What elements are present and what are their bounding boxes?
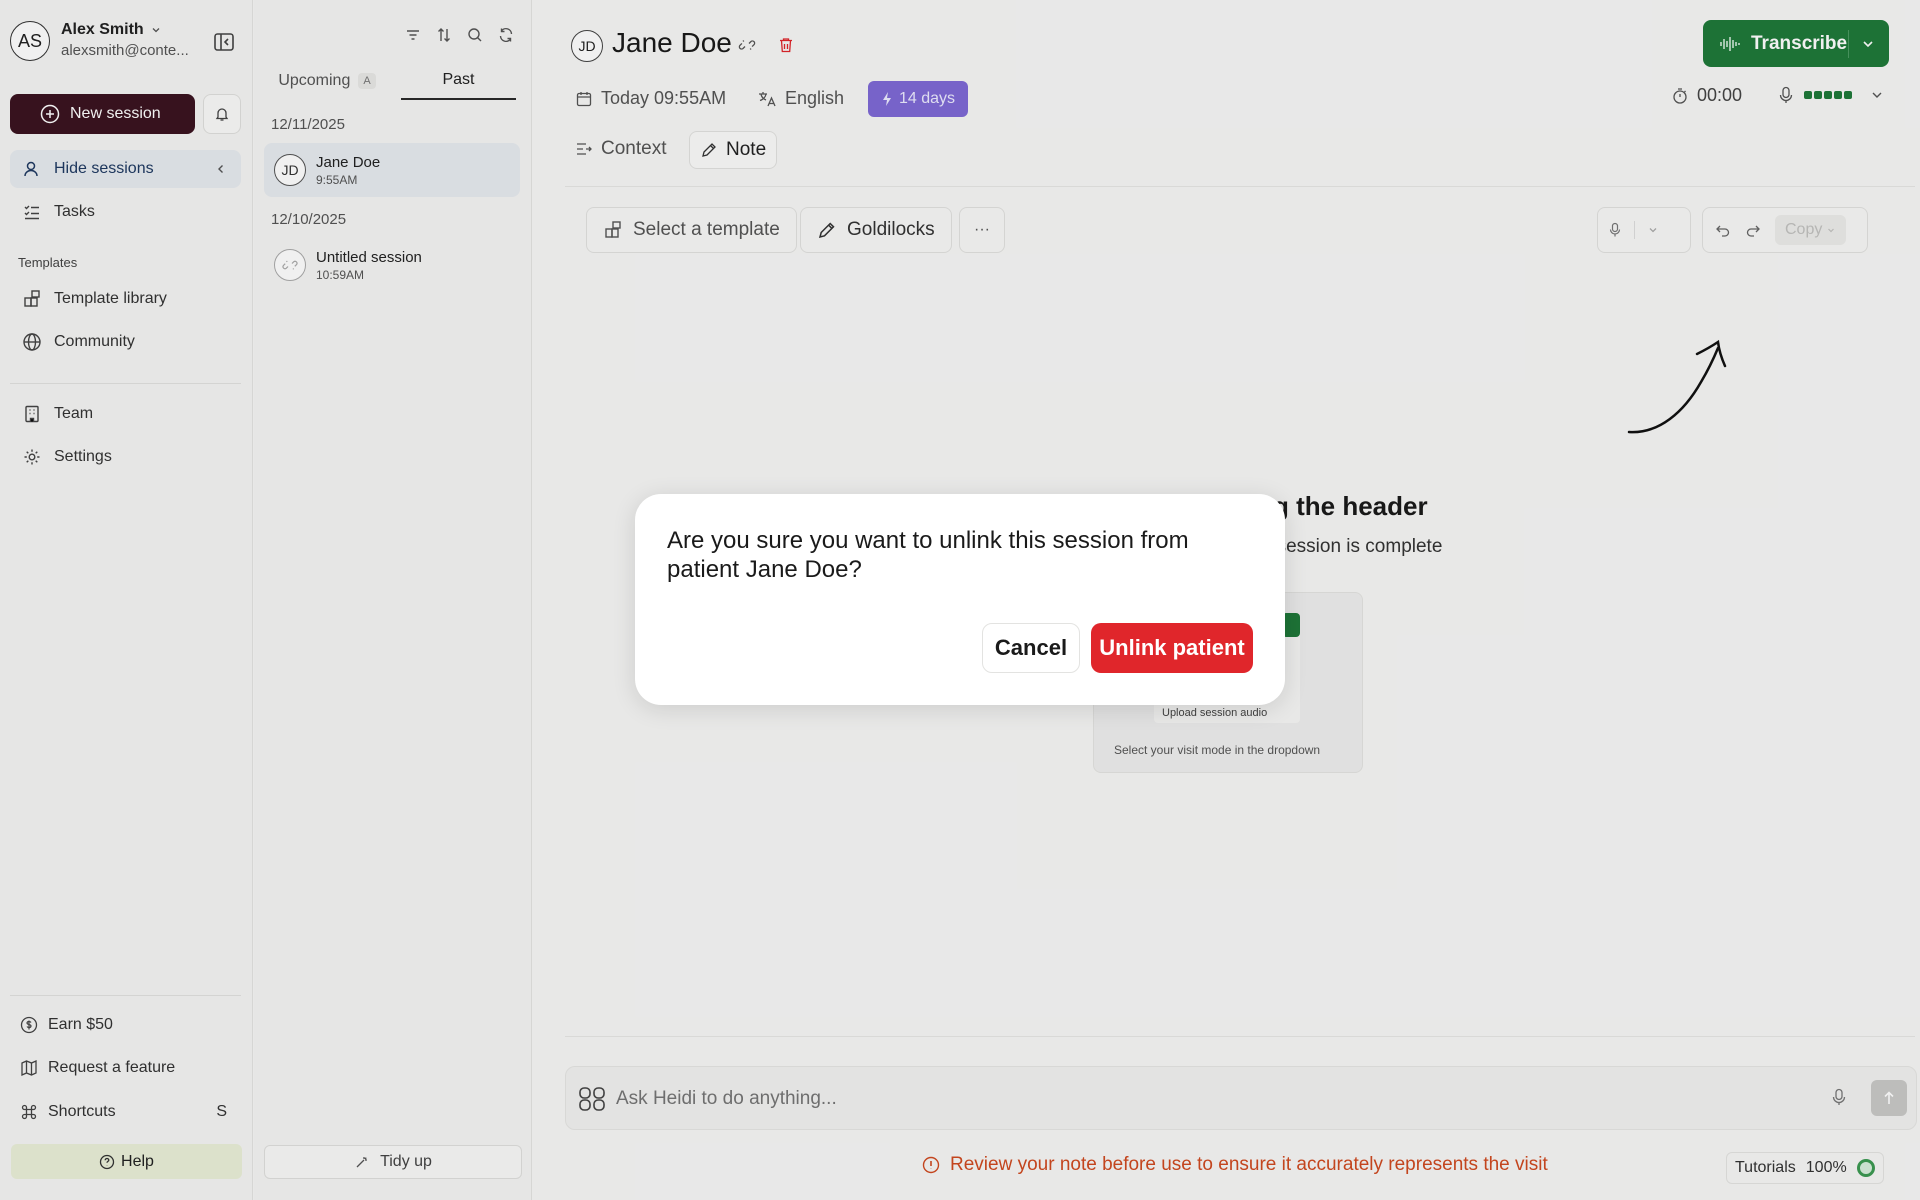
unlink-patient-label: Unlink patient xyxy=(1099,635,1245,660)
unlink-patient-button[interactable]: Unlink patient xyxy=(1091,623,1253,673)
cancel-button[interactable]: Cancel xyxy=(982,623,1080,673)
unlink-confirm-dialog: Are you sure you want to unlink this ses… xyxy=(635,494,1285,705)
cancel-label: Cancel xyxy=(994,635,1068,660)
dialog-message: Are you sure you want to unlink this ses… xyxy=(667,527,1189,583)
